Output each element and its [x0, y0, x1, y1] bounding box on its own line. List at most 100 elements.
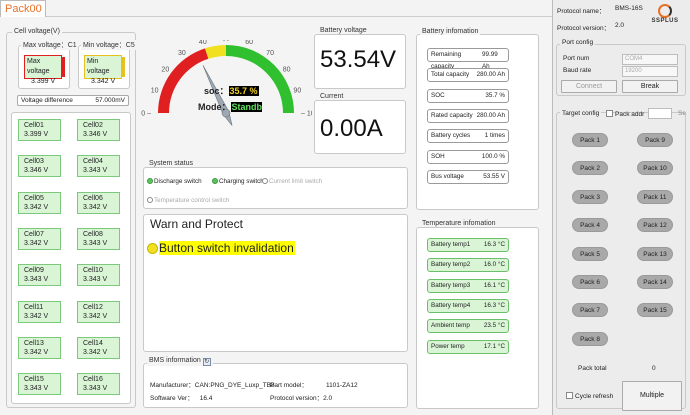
cell-box-cell05: Cell05 3.342 V — [18, 191, 61, 214]
pack-addr-input[interactable] — [648, 108, 672, 119]
pack-addr-checkbox[interactable]: Pack addr — [606, 110, 644, 118]
max-voltage-title: Max voltage：C1 — [21, 40, 79, 50]
manufacturer-row: Manufacturer：CAN:PNG_DYE_Luxp_TB8 — [150, 379, 275, 389]
gauge-tick-label: 60 — [245, 40, 253, 46]
temperature-label: Power temp — [431, 342, 465, 350]
se-button[interactable]: Se — [678, 110, 686, 117]
cell-value: 3.342 V — [83, 312, 108, 320]
temperature-label: Battery temp4 — [431, 301, 471, 309]
battery-info-row: Total capacity 280.00 Ah — [427, 68, 509, 83]
cell-value: 3.342 V — [83, 203, 108, 211]
battery-info-value: 1 times — [484, 132, 505, 140]
manufacturer-value: CAN:PNG_DYE_Luxp_TB8 — [194, 382, 275, 389]
port-config-title: Port config — [560, 39, 596, 46]
refresh-icon[interactable]: ↻ — [202, 358, 211, 366]
cell-box-cell07: Cell07 3.342 V — [18, 227, 61, 250]
battery-info-value: 99.99 Ah — [481, 51, 498, 70]
pack-button[interactable]: Pack 6 — [572, 275, 608, 289]
cell-value: 3.343 V — [24, 385, 49, 393]
pack-button[interactable]: Pack 7 — [572, 303, 608, 318]
battery-info-value: 100.0 % — [481, 152, 505, 160]
cell-value: 3.343 V — [24, 276, 49, 284]
status-label: Temperature control switch — [154, 197, 230, 204]
temperature-panel — [416, 227, 539, 409]
logo-icon — [658, 4, 672, 18]
part-model-row: Part model： 1101-ZA12 — [270, 379, 358, 389]
battery-voltage-value: 53.54V — [320, 46, 397, 73]
max-voltage-marker — [62, 57, 65, 77]
status-label: Discharge switch — [154, 178, 202, 185]
protocol-name-label: Protocol name： — [557, 8, 606, 15]
pack-button[interactable]: Pack 1 — [572, 133, 608, 147]
pack-button[interactable]: Pack 8 — [572, 331, 608, 346]
pack-button[interactable]: Pack 11 — [637, 189, 673, 204]
cell-value: 3.399 V — [24, 131, 49, 138]
cell-name: Cell08 — [83, 230, 103, 238]
target-config-title: Target config — [560, 110, 602, 117]
temperature-label: Ambient temp — [431, 322, 470, 330]
break-button[interactable]: Break — [622, 80, 678, 93]
cell-name: Cell12 — [83, 303, 103, 311]
status-charging-switch: Charging switch — [212, 178, 264, 185]
temperature-value: 23.5 °C — [483, 322, 505, 330]
pack-total-value: 0 — [652, 365, 656, 372]
status-label: Charging switch — [219, 178, 264, 185]
mode-value: Standby — [230, 102, 262, 112]
cell-name: Cell14 — [83, 339, 103, 347]
battery-info-label: SOH — [431, 152, 445, 160]
status-indicator-icon — [212, 178, 218, 184]
pack-button[interactable]: Pack 5 — [572, 246, 608, 261]
pack-addr-check-icon[interactable] — [606, 110, 613, 117]
battery-info-label: Bus voltage — [431, 172, 464, 180]
battery-info-title: Battery infomation — [420, 28, 481, 35]
pack-button[interactable]: Pack 14 — [637, 275, 673, 289]
temperature-value: 16.1 °C — [483, 281, 505, 289]
gauge-tick-label: 0 – — [141, 111, 151, 118]
pack-button[interactable]: Pack 10 — [637, 161, 673, 176]
connect-button[interactable]: Connect — [561, 80, 617, 93]
cell-box-cell04: Cell04 3.343 V — [77, 155, 120, 178]
battery-info-label: Remaining capacity — [431, 51, 462, 70]
temperature-label: Battery temp3 — [431, 281, 471, 289]
cell-value: 3.346 V — [83, 131, 108, 138]
pack-button[interactable]: Pack 13 — [637, 246, 673, 261]
temperature-row: Battery temp1 16.3 °C — [427, 238, 509, 252]
mode-readout: Mode：Standby — [198, 102, 262, 113]
pack-button[interactable]: Pack 3 — [572, 189, 608, 204]
battery-info-value: 35.7 % — [485, 91, 505, 99]
tab-pack00[interactable]: Pack00 — [0, 0, 46, 17]
logo-text: SSPLUS — [651, 18, 679, 24]
cell-name: Cell10 — [83, 267, 103, 275]
cell-name: Cell13 — [24, 339, 44, 347]
cell-name: Cell05 — [24, 194, 44, 202]
battery-info-value: 280.00 Ah — [476, 71, 505, 79]
min-voltage-label: Min voltage — [87, 58, 110, 75]
temperature-row: Power temp 17.1 °C — [427, 339, 509, 354]
gauge-tick-label: 10 — [151, 87, 159, 94]
cell-box-cell09: Cell09 3.343 V — [18, 264, 61, 287]
temperature-label: Battery temp2 — [431, 261, 471, 269]
cell-name: Cell02 — [83, 122, 103, 129]
cell-box-cell10: Cell10 3.343 V — [77, 264, 120, 287]
port-num-label: Port num — [563, 55, 590, 62]
pack-total-label: Pack total — [578, 365, 607, 372]
pack-button[interactable]: Pack 9 — [637, 133, 673, 147]
cell-name: Cell11 — [24, 303, 44, 311]
cycle-refresh-check-icon[interactable] — [566, 392, 573, 399]
port-num-select[interactable]: COM4 — [622, 54, 678, 65]
pack-button[interactable]: Pack 15 — [637, 303, 673, 318]
cell-value: 3.343 V — [83, 276, 108, 284]
pack-button[interactable]: Pack 4 — [572, 218, 608, 233]
pack-button[interactable]: Pack 2 — [572, 161, 608, 176]
gauge-band — [204, 45, 226, 59]
cell-name: Cell15 — [24, 376, 44, 384]
pack-button[interactable]: Pack 12 — [637, 218, 673, 233]
baud-rate-select[interactable]: 19200 — [622, 66, 678, 77]
cycle-refresh-checkbox[interactable]: Cycle refresh — [566, 392, 613, 400]
cell-value: 3.343 V — [83, 385, 108, 393]
battery-info-label: Battery cycles — [431, 132, 471, 140]
cell-value: 3.342 V — [24, 348, 49, 356]
cell-name: Cell03 — [24, 158, 44, 166]
temperature-title: Temperature infomation — [420, 220, 498, 227]
multiple-button[interactable]: Multiple — [622, 381, 682, 411]
